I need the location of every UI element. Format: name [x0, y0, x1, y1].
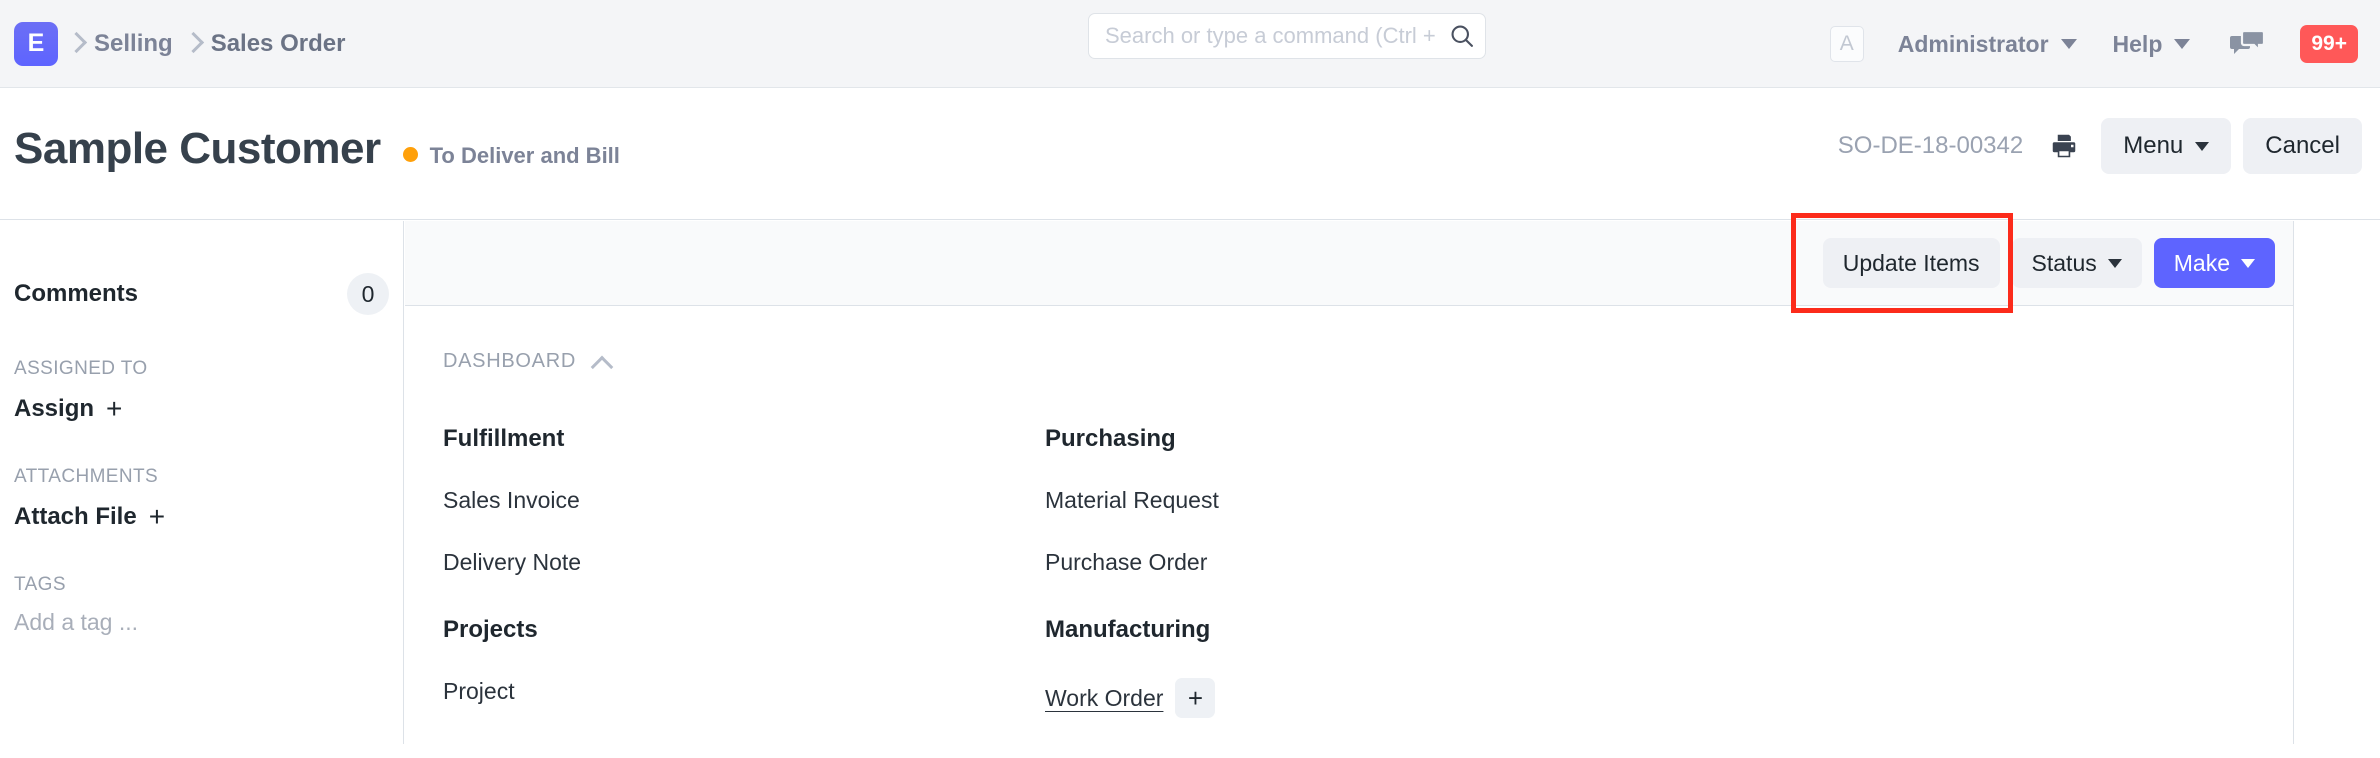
- form-toolbar: Update Items Status Make: [405, 213, 2293, 313]
- dashboard-group-fulfillment: Fulfillment Sales Invoice Delivery Note: [443, 425, 1045, 576]
- group-title: Purchasing: [1045, 425, 1176, 452]
- status-button-label: Status: [2031, 249, 2097, 276]
- top-navbar: E Selling Sales Order A Administrator He…: [0, 0, 2380, 88]
- menu-button[interactable]: Menu: [2101, 118, 2232, 174]
- attachments-section: ATTACHMENTS Attach File +: [14, 466, 389, 531]
- status-badge: To Deliver and Bill: [402, 142, 620, 169]
- link-purchase-order[interactable]: Purchase Order: [1045, 549, 2293, 576]
- dashboard-section: DASHBOARD Fulfillment Sales Invoice Deli…: [405, 306, 2293, 743]
- dashboard-right-column: Purchasing Material Request Purchase Ord…: [1045, 425, 2293, 758]
- status-label: To Deliver and Bill: [429, 142, 620, 168]
- breadcrumb-selling[interactable]: Selling: [92, 30, 175, 58]
- printer-icon[interactable]: [2023, 131, 2101, 161]
- dashboard-grid: Fulfillment Sales Invoice Delivery Note …: [443, 425, 2293, 758]
- breadcrumb-sales-order[interactable]: Sales Order: [209, 30, 348, 58]
- user-menu-label: Administrator: [1897, 30, 2049, 57]
- page-header: Sample Customer To Deliver and Bill SO-D…: [0, 88, 2380, 220]
- user-menu[interactable]: Administrator: [1880, 31, 2095, 58]
- avatar[interactable]: A: [1829, 26, 1864, 62]
- chevron-down-icon: [2060, 39, 2077, 49]
- help-menu[interactable]: Help: [2095, 31, 2209, 58]
- chevron-down-icon: [2107, 258, 2122, 268]
- search-input[interactable]: [1089, 23, 1439, 49]
- chat-bubbles-icon[interactable]: [2208, 29, 2286, 59]
- comments-label: Comments: [14, 280, 139, 307]
- assigned-to-heading: ASSIGNED TO: [14, 358, 148, 379]
- chevron-up-icon[interactable]: [592, 355, 612, 369]
- document-id: SO-DE-18-00342: [1837, 132, 2024, 159]
- dashboard-left-column: Fulfillment Sales Invoice Delivery Note …: [443, 425, 1045, 758]
- navbar-actions: A Administrator Help 99+: [1829, 0, 2358, 88]
- link-sales-invoice[interactable]: Sales Invoice: [443, 487, 1045, 514]
- link-delivery-note[interactable]: Delivery Note: [443, 549, 1045, 576]
- plus-icon: +: [148, 501, 166, 532]
- assign-label: Assign: [14, 395, 95, 422]
- add-tag-input[interactable]: [14, 609, 389, 636]
- link-project[interactable]: Project: [443, 678, 1045, 705]
- link-material-request[interactable]: Material Request: [1045, 487, 2293, 514]
- header-actions: SO-DE-18-00342 Menu Cancel: [1838, 118, 2362, 174]
- update-items-button[interactable]: Update Items: [1822, 238, 2000, 288]
- tags-section: TAGS: [14, 574, 389, 636]
- main-column: Update Items Status Make DASHBOARD Fulfi: [405, 213, 2294, 744]
- dashboard-group-projects: Projects Project: [443, 616, 1045, 705]
- form-sidebar: Comments 0 ASSIGNED TO Assign + ATTACHME…: [0, 221, 404, 744]
- attach-file-label: Attach File: [14, 503, 137, 530]
- global-search[interactable]: [1088, 13, 1486, 59]
- status-button[interactable]: Status: [2011, 238, 2142, 288]
- chevron-down-icon: [2174, 39, 2191, 49]
- attachments-heading: ATTACHMENTS: [14, 466, 159, 487]
- link-work-order[interactable]: Work Order: [1045, 685, 1163, 712]
- dashboard-group-purchasing: Purchasing Material Request Purchase Ord…: [1045, 425, 2293, 576]
- group-title: Projects: [443, 616, 538, 643]
- comments-count-badge: 0: [347, 273, 389, 315]
- search-icon[interactable]: [1439, 22, 1485, 50]
- make-button[interactable]: Make: [2153, 238, 2275, 288]
- comments-row[interactable]: Comments 0: [14, 273, 389, 315]
- dashboard-section-header[interactable]: DASHBOARD: [443, 350, 2293, 373]
- dashboard-section-title: DASHBOARD: [443, 350, 576, 372]
- chevron-right-icon: [58, 24, 92, 64]
- attach-file-button[interactable]: Attach File +: [14, 503, 389, 531]
- group-title: Fulfillment: [443, 425, 565, 452]
- navbar-breadcrumb-area: E Selling Sales Order: [0, 21, 348, 66]
- app-logo[interactable]: E: [14, 21, 58, 66]
- page-title: Sample Customer: [14, 124, 381, 173]
- status-dot-icon: [402, 147, 418, 162]
- group-title: Manufacturing: [1045, 616, 1211, 643]
- cancel-button[interactable]: Cancel: [2243, 118, 2362, 174]
- assigned-to-section: ASSIGNED TO Assign +: [14, 358, 389, 423]
- chevron-right-icon: [175, 24, 209, 64]
- title-area: Sample Customer To Deliver and Bill: [14, 124, 620, 174]
- body-area: Comments 0 ASSIGNED TO Assign + ATTACHME…: [0, 213, 2380, 744]
- assign-button[interactable]: Assign +: [14, 395, 389, 423]
- plus-icon: +: [106, 393, 123, 424]
- dashboard-group-manufacturing: Manufacturing Work Order +: [1045, 616, 2293, 718]
- notification-badge[interactable]: 99+: [2300, 25, 2358, 63]
- chevron-down-icon: [2241, 258, 2255, 268]
- add-work-order-button[interactable]: +: [1175, 678, 1216, 718]
- chevron-down-icon: [2195, 141, 2210, 151]
- work-order-row: Work Order +: [1045, 678, 2293, 718]
- make-button-label: Make: [2173, 249, 2230, 276]
- help-menu-label: Help: [2112, 30, 2163, 57]
- menu-button-label: Menu: [2123, 132, 2184, 159]
- tags-heading: TAGS: [14, 574, 66, 595]
